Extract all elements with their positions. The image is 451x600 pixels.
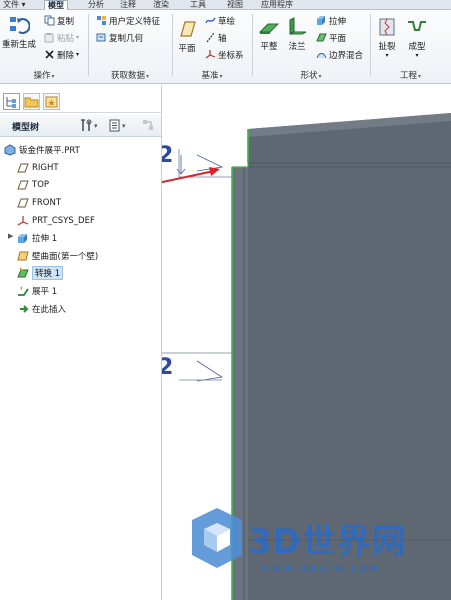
coordinate-system-button[interactable]: 坐标系 <box>205 48 244 61</box>
copy-geometry-icon <box>96 33 106 42</box>
tree-show-button[interactable]: ▾ <box>108 119 126 132</box>
annotation-arrow-head <box>209 167 220 176</box>
datum-plane-icon <box>17 180 29 189</box>
flat-wall-icon <box>258 23 280 34</box>
folder-icon <box>24 97 39 108</box>
tab-applications[interactable]: 应用程序 <box>258 0 296 10</box>
menu-bar: 文件 ▾ 模型 分析 注释 渲染 工具 视图 应用程序 <box>0 0 451 11</box>
insert-here-icon <box>20 304 29 313</box>
tree-item-extrude[interactable]: 拉伸 1 <box>17 230 57 245</box>
watermark-url: WWW.3DSJW.COM <box>260 564 381 573</box>
dimension-label: 2 <box>162 143 174 168</box>
watermark-title: 3D世界网 <box>248 522 407 562</box>
udf-icon <box>97 16 106 25</box>
group-divider <box>88 14 89 76</box>
regenerate-icon <box>10 17 30 34</box>
sketch-button[interactable]: 草绘 <box>205 14 235 27</box>
flange-wall-icon <box>289 17 307 35</box>
group-divider <box>370 14 371 76</box>
model-tree-tab[interactable] <box>3 93 20 110</box>
paste-button[interactable]: 粘贴 ▾ <box>44 31 79 44</box>
tree-item-right[interactable]: RIGHT <box>17 160 59 175</box>
copy-icon <box>44 15 55 26</box>
datum-arrow-icon <box>176 155 186 175</box>
csys-icon <box>205 50 216 59</box>
regenerate-button[interactable]: 重新生成 <box>2 14 36 50</box>
csys-icon <box>17 215 29 226</box>
navigator-tabs <box>0 85 161 113</box>
tools-icon <box>81 119 92 131</box>
tree-item-unbend[interactable]: 展平 1 <box>17 283 57 298</box>
copy-geometry-button[interactable]: 复制几何 <box>96 31 143 44</box>
user-defined-feature-button[interactable]: 用户定义特征 <box>96 14 160 27</box>
group-label-get-data: 获取数据▾ <box>110 71 150 81</box>
tab-file[interactable]: 文件 ▾ <box>0 0 29 10</box>
filter-icon <box>143 120 153 130</box>
planar-icon <box>316 33 327 42</box>
tree-filter-button[interactable] <box>142 119 155 132</box>
tree-item-insert-here[interactable]: 在此插入 <box>17 301 66 316</box>
tab-tools[interactable]: 工具 <box>187 0 209 10</box>
graphics-window[interactable]: 2 2 3D世界网 WWW.3DSJW.COM <box>162 85 451 600</box>
part-icon <box>4 143 16 156</box>
rip-icon <box>379 18 395 36</box>
convert-icon <box>17 266 29 277</box>
group-label-shapes: 形状▾ <box>300 71 322 81</box>
dimension-label: 2 <box>162 355 174 380</box>
group-label-operations: 操作▾ <box>33 71 55 81</box>
delete-button[interactable]: 删除 ▾ <box>44 48 79 61</box>
tree-item-csys[interactable]: PRT_CSYS_DEF <box>17 213 95 228</box>
model-tree-icon <box>6 97 16 108</box>
favorites-icon <box>45 96 58 108</box>
tab-analysis[interactable]: 分析 <box>85 0 107 10</box>
axis-icon <box>206 32 215 43</box>
tree-item-convert[interactable]: 转换 1 <box>17 265 64 280</box>
tab-annotate[interactable]: 注释 <box>117 0 139 10</box>
annotation-arrow <box>162 170 215 184</box>
navigator-panel: 模型树 ▾ ▾ 钣金件展平.PRT RIGHT TOP FRONT PRT_CS… <box>0 85 162 600</box>
favorites-tab[interactable] <box>43 93 60 110</box>
rip-button[interactable]: 扯裂 ▾ <box>376 16 398 59</box>
datum-plane-icon <box>17 163 29 172</box>
ribbon: 重新生成 复制 粘贴 ▾ 删除 ▾ 操作▾ 用户定义特征 复制几何 获取数据▾ 平面… <box>0 10 451 84</box>
form-button[interactable]: 成型 ▾ <box>406 16 428 59</box>
extrude-icon <box>317 16 325 25</box>
tab-render[interactable]: 渲染 <box>150 0 172 10</box>
extrude-button[interactable]: 拉伸 <box>316 14 346 27</box>
folder-browser-tab[interactable] <box>23 93 40 110</box>
datum-tag-shape <box>196 360 224 382</box>
group-divider <box>252 14 253 76</box>
datum-plane-icon <box>17 198 29 207</box>
model-tree-header: 模型树 ▾ ▾ <box>0 115 161 137</box>
wall-icon <box>17 251 29 260</box>
copy-button[interactable]: 复制 <box>44 14 74 27</box>
flat-wall-button[interactable]: 平整 <box>258 16 280 52</box>
axis-button[interactable]: 轴 <box>205 31 227 44</box>
tab-view[interactable]: 视图 <box>224 0 246 10</box>
boundary-blend-button[interactable]: 边界混合 <box>316 48 363 61</box>
group-label-engineering: 工程▾ <box>399 71 422 81</box>
list-icon <box>109 119 120 132</box>
tree-item-top[interactable]: TOP <box>17 177 49 192</box>
paste-icon <box>44 33 54 43</box>
flange-wall-button[interactable]: 法兰 <box>286 16 308 52</box>
tree-item-wall[interactable]: 壁曲面(第一个壁) <box>17 248 98 263</box>
delete-icon <box>45 50 54 59</box>
tree-settings-button[interactable]: ▾ <box>80 119 98 132</box>
boundary-blend-icon <box>316 53 327 59</box>
unbend-icon <box>18 285 29 296</box>
expand-arrow-icon[interactable]: ▶ <box>8 232 13 240</box>
group-divider <box>172 14 173 76</box>
form-icon <box>408 21 426 31</box>
group-label-datum: 基准▾ <box>201 71 223 81</box>
datum-plane-icon <box>180 21 196 37</box>
highlighted-edge <box>232 129 249 168</box>
tree-item-part[interactable]: 钣金件展平.PRT <box>4 142 80 157</box>
planar-button[interactable]: 平面 <box>316 31 346 44</box>
tree-item-front[interactable]: FRONT <box>17 195 61 210</box>
datum-plane-button[interactable]: 平面 <box>176 18 198 54</box>
extrude-icon <box>18 233 27 243</box>
model-tree-title: 模型树 <box>12 123 40 133</box>
sketch-icon <box>205 17 216 24</box>
